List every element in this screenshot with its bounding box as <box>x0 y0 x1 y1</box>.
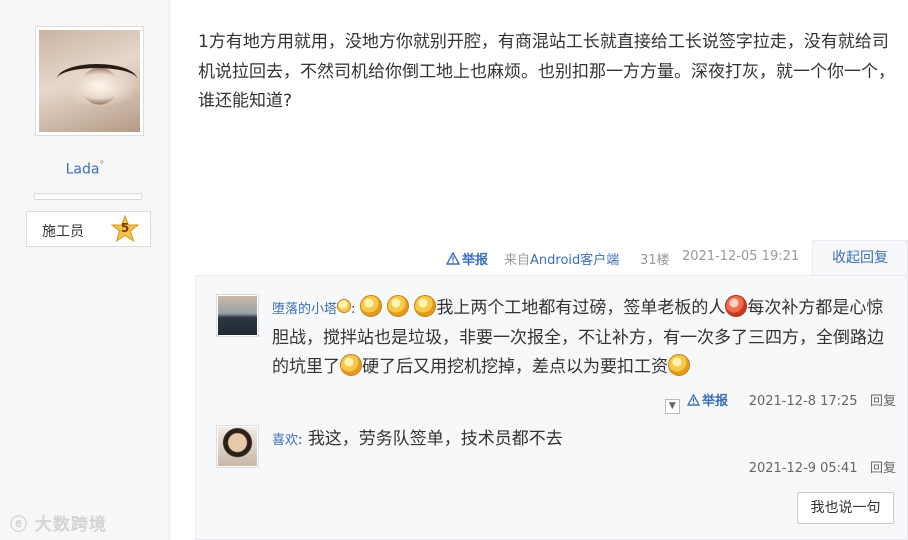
report-link[interactable]: 举报 <box>686 393 728 409</box>
reply-time: 2021-12-9 05:41 <box>748 461 858 476</box>
watermark-text: 大数跨境 <box>34 515 107 535</box>
author-sidebar: Lada° 施工员 5 <box>0 0 170 540</box>
rank-level: 5 <box>120 221 130 235</box>
author-avatar[interactable] <box>35 26 144 136</box>
source-app-link[interactable]: Android客户端 <box>530 253 619 268</box>
reply-item: 喜欢: 我这，劳务队签单，技术员都不去 2021-12-9 05:41 回复 <box>216 425 896 485</box>
floor-number: 31楼 <box>640 253 670 268</box>
reply-meta: 2021-12-9 05:41 回复 <box>749 457 896 476</box>
report-label[interactable]: 举报 <box>702 394 728 409</box>
reply-panel: 堕落的小塔: 我上两个工地都有过磅，签单老板的人 每次补方都是心惊胆战，搅拌站也是… <box>195 275 908 540</box>
reply-item: 堕落的小塔: 我上两个工地都有过磅，签单老板的人 每次补方都是心惊胆战，搅拌站也是… <box>216 294 896 414</box>
reply-text: 我上两个工地都有过磅，签单老板的人 <box>436 298 726 318</box>
reply-meta: ▼ 举报 2021-12-8 17:25 回复 <box>664 390 896 414</box>
author-name-suffix: ° <box>99 160 105 171</box>
watermark: ⓔ 大数跨境 <box>10 515 107 535</box>
add-comment-button[interactable]: 我也说一句 <box>797 492 894 524</box>
emoji-icon <box>414 295 437 317</box>
emoji-icon <box>386 295 409 317</box>
avatar-image <box>39 30 140 132</box>
reply-text: 我这，劳务队签单，技术员都不去 <box>307 429 563 449</box>
warning-icon <box>445 251 461 265</box>
source-prefix: 来自 <box>504 253 531 268</box>
emoji-icon <box>668 354 690 376</box>
warning-icon <box>686 393 701 406</box>
reply-body: 喜欢: 我这，劳务队签单，技术员都不去 <box>272 425 896 455</box>
post-content: 1方有地方用就用，没地方你就别开腔，有商混站工长就直接给工长说签字拉走，没有就给… <box>198 32 895 111</box>
reply-time: 2021-12-8 17:25 <box>748 394 858 409</box>
report-label[interactable]: 举报 <box>462 253 488 268</box>
emoji-icon <box>725 295 748 317</box>
dropdown-icon[interactable]: ▼ <box>664 399 680 414</box>
reply-user[interactable]: 喜欢 <box>272 433 298 448</box>
post-meta: 举报 来自Android客户端 31楼 2021-12-05 19:21 收起回… <box>170 240 908 276</box>
reply-avatar[interactable] <box>216 425 259 468</box>
avatar-image <box>218 427 257 466</box>
emoji-icon <box>337 299 352 313</box>
emoji-icon <box>359 295 382 317</box>
reply-user[interactable]: 堕落的小塔 <box>272 302 337 317</box>
reply-separator: : <box>298 433 303 448</box>
author-name-text[interactable]: Lada <box>66 162 100 178</box>
emoji-icon <box>340 354 362 376</box>
author-name[interactable]: Lada° <box>0 160 170 178</box>
rank-label: 施工员 <box>42 224 84 240</box>
avatar-image <box>218 296 257 335</box>
post-source: 来自Android客户端 <box>504 249 619 268</box>
reply-avatar[interactable] <box>216 294 259 337</box>
reply-button[interactable]: 回复 <box>870 461 896 476</box>
post-time: 2021-12-05 19:21 <box>682 249 800 264</box>
reply-button[interactable]: 回复 <box>870 394 896 409</box>
collapse-replies-button[interactable]: 收起回复 <box>812 240 908 276</box>
report-link[interactable]: 举报 <box>445 249 488 268</box>
rank-badge[interactable]: 施工员 5 <box>26 211 151 247</box>
reply-body: 堕落的小塔: 我上两个工地都有过磅，签单老板的人 每次补方都是心惊胆战，搅拌站也是… <box>272 294 896 382</box>
reply-text: 硬了后又用挖机挖掉，差点以为要扣工资 <box>362 357 668 377</box>
level-progress-bar <box>34 193 142 200</box>
